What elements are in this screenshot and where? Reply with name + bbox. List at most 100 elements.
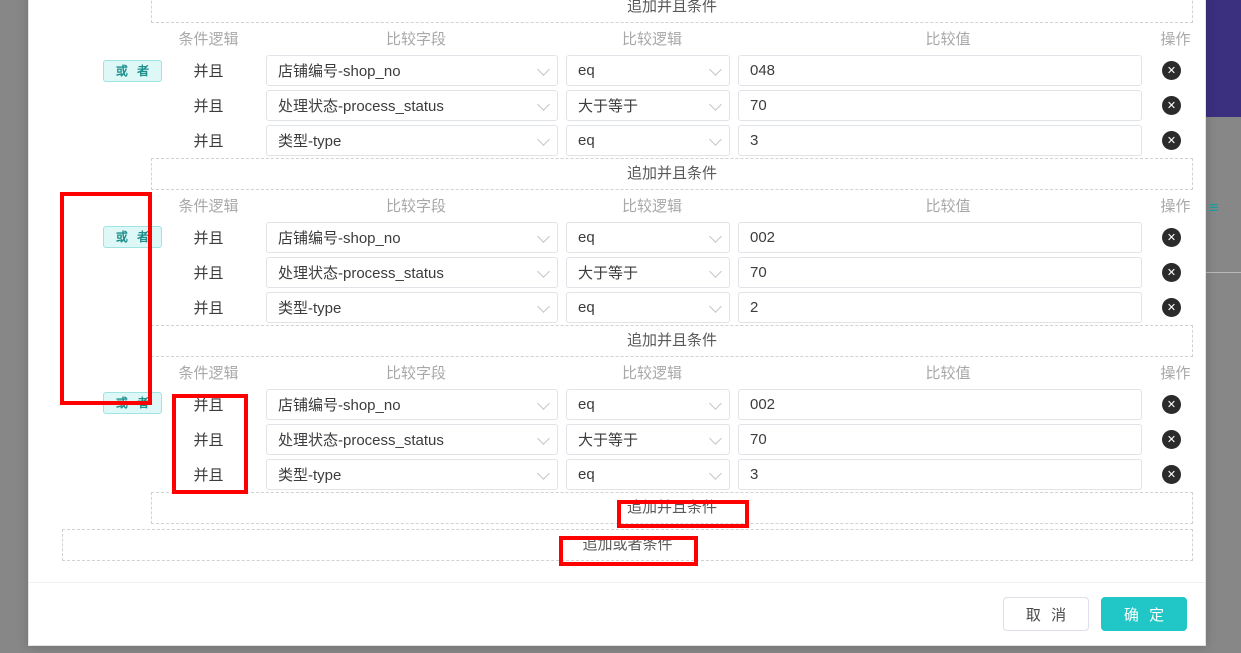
add-and-condition-row-2[interactable]: 追加并且条件 bbox=[151, 325, 1193, 357]
chevron-down-icon bbox=[537, 466, 550, 480]
header-operator: 比较逻辑 bbox=[621, 364, 682, 382]
field-select[interactable]: 店铺编号-shop_no bbox=[266, 389, 558, 420]
value-input-text: 002 bbox=[750, 229, 776, 246]
add-and-condition-row-1[interactable]: 追加并且条件 bbox=[151, 158, 1193, 190]
condition-row: 并且 处理状态-process_status 大于等于 70 ✕ bbox=[151, 88, 1193, 123]
field-select[interactable]: 类型-type bbox=[266, 292, 558, 323]
header-field: 比较字段 bbox=[385, 364, 446, 382]
operator-select[interactable]: 大于等于 bbox=[566, 424, 730, 455]
delete-condition-icon[interactable]: ✕ bbox=[1162, 298, 1181, 317]
header-logic: 条件逻辑 bbox=[178, 30, 239, 48]
value-input[interactable]: 70 bbox=[738, 257, 1142, 288]
field-select[interactable]: 类型-type bbox=[266, 459, 558, 490]
app-background-glyph-icon: ≡ bbox=[1209, 198, 1219, 217]
header-action: 操作 bbox=[1160, 197, 1191, 215]
logic-label: 并且 bbox=[193, 397, 224, 414]
header-action: 操作 bbox=[1160, 30, 1191, 48]
field-select-value: 类型-type bbox=[278, 133, 342, 150]
chevron-down-icon bbox=[537, 299, 550, 313]
or-badge-3[interactable]: 或 者 bbox=[103, 392, 162, 414]
field-select[interactable]: 店铺编号-shop_no bbox=[266, 55, 558, 86]
field-select[interactable]: 店铺编号-shop_no bbox=[266, 222, 558, 253]
operator-select[interactable]: eq bbox=[566, 125, 730, 156]
action-cell: ✕ bbox=[1150, 395, 1193, 414]
value-input-text: 70 bbox=[750, 431, 767, 448]
delete-condition-icon[interactable]: ✕ bbox=[1162, 61, 1181, 80]
chevron-down-icon bbox=[709, 62, 722, 76]
value-input-text: 70 bbox=[750, 264, 767, 281]
condition-builder-body: 追加并且条件 或 者 条件逻辑 比较字段 比较逻辑 比较值 操作 并且 店铺编号… bbox=[29, 0, 1205, 582]
value-input[interactable]: 70 bbox=[738, 424, 1142, 455]
action-cell: ✕ bbox=[1150, 131, 1193, 150]
chevron-down-icon bbox=[537, 431, 550, 445]
header-action: 操作 bbox=[1160, 364, 1191, 382]
or-group-3: 或 者 条件逻辑 比较字段 比较逻辑 比较值 操作 并且 店铺编号-shop_n… bbox=[29, 357, 1205, 524]
field-select[interactable]: 处理状态-process_status bbox=[266, 90, 558, 121]
value-input[interactable]: 048 bbox=[738, 55, 1142, 86]
field-select-value: 店铺编号-shop_no bbox=[278, 230, 401, 247]
header-value: 比较值 bbox=[925, 197, 971, 215]
condition-row: 并且 类型-type eq 3 ✕ bbox=[151, 123, 1193, 158]
value-input-text: 2 bbox=[750, 299, 759, 316]
header-logic: 条件逻辑 bbox=[178, 197, 239, 215]
value-input[interactable]: 3 bbox=[738, 125, 1142, 156]
value-input[interactable]: 70 bbox=[738, 90, 1142, 121]
logic-label: 并且 bbox=[193, 467, 224, 484]
field-select-value: 处理状态-process_status bbox=[278, 432, 444, 449]
field-select-value: 处理状态-process_status bbox=[278, 98, 444, 115]
header-logic: 条件逻辑 bbox=[178, 364, 239, 382]
value-input-text: 70 bbox=[750, 97, 767, 114]
value-input[interactable]: 002 bbox=[738, 222, 1142, 253]
value-input[interactable]: 3 bbox=[738, 459, 1142, 490]
logic-label: 并且 bbox=[193, 265, 224, 282]
operator-select[interactable]: 大于等于 bbox=[566, 90, 730, 121]
operator-select[interactable]: eq bbox=[566, 222, 730, 253]
value-input[interactable]: 002 bbox=[738, 389, 1142, 420]
action-cell: ✕ bbox=[1150, 96, 1193, 115]
cancel-button[interactable]: 取 消 bbox=[1003, 597, 1089, 631]
operator-select[interactable]: 大于等于 bbox=[566, 257, 730, 288]
logic-label: 并且 bbox=[193, 98, 224, 115]
value-input-text: 3 bbox=[750, 466, 759, 483]
operator-select[interactable]: eq bbox=[566, 292, 730, 323]
logic-label: 并且 bbox=[193, 230, 224, 247]
delete-condition-icon[interactable]: ✕ bbox=[1162, 96, 1181, 115]
confirm-button[interactable]: 确 定 bbox=[1101, 597, 1187, 631]
or-badge-2[interactable]: 或 者 bbox=[103, 226, 162, 248]
delete-condition-icon[interactable]: ✕ bbox=[1162, 263, 1181, 282]
operator-select[interactable]: eq bbox=[566, 389, 730, 420]
operator-select-value: eq bbox=[578, 466, 595, 483]
condition-row: 并且 类型-type eq 2 ✕ bbox=[151, 290, 1193, 325]
header-field: 比较字段 bbox=[385, 30, 446, 48]
add-and-condition-row-3[interactable]: 追加并且条件 bbox=[151, 492, 1193, 524]
condition-row: 并且 处理状态-process_status 大于等于 70 ✕ bbox=[151, 422, 1193, 457]
field-select[interactable]: 类型-type bbox=[266, 125, 558, 156]
delete-condition-icon[interactable]: ✕ bbox=[1162, 228, 1181, 247]
add-and-condition-row-0[interactable]: 追加并且条件 bbox=[151, 0, 1193, 23]
operator-select-value: 大于等于 bbox=[578, 432, 639, 449]
operator-select[interactable]: eq bbox=[566, 55, 730, 86]
field-select[interactable]: 处理状态-process_status bbox=[266, 424, 558, 455]
logic-label: 并且 bbox=[193, 63, 224, 80]
field-select-value: 店铺编号-shop_no bbox=[278, 397, 401, 414]
delete-condition-icon[interactable]: ✕ bbox=[1162, 465, 1181, 484]
delete-condition-icon[interactable]: ✕ bbox=[1162, 430, 1181, 449]
chevron-down-icon bbox=[709, 431, 722, 445]
chevron-down-icon bbox=[537, 229, 550, 243]
chevron-down-icon bbox=[537, 132, 550, 146]
add-or-condition-row[interactable]: 追加或者条件 bbox=[62, 529, 1193, 561]
operator-select[interactable]: eq bbox=[566, 459, 730, 490]
condition-builder-dialog: 追加并且条件 或 者 条件逻辑 比较字段 比较逻辑 比较值 操作 并且 店铺编号… bbox=[28, 0, 1206, 646]
chevron-down-icon bbox=[709, 264, 722, 278]
field-select[interactable]: 处理状态-process_status bbox=[266, 257, 558, 288]
action-cell: ✕ bbox=[1150, 465, 1193, 484]
or-badge-1[interactable]: 或 者 bbox=[103, 60, 162, 82]
header-field: 比较字段 bbox=[385, 197, 446, 215]
delete-condition-icon[interactable]: ✕ bbox=[1162, 395, 1181, 414]
value-input[interactable]: 2 bbox=[738, 292, 1142, 323]
field-select-value: 类型-type bbox=[278, 300, 342, 317]
delete-condition-icon[interactable]: ✕ bbox=[1162, 131, 1181, 150]
condition-row: 并且 店铺编号-shop_no eq 048 ✕ bbox=[151, 53, 1193, 88]
operator-select-value: 大于等于 bbox=[578, 265, 639, 282]
value-input-text: 3 bbox=[750, 132, 759, 149]
